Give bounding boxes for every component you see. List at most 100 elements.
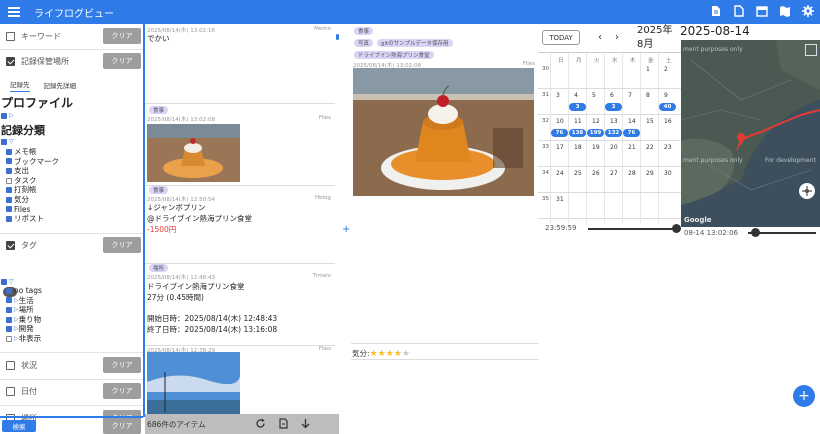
day-count-badge[interactable]: 138 [569,129,586,137]
category-item[interactable]: 支出 [6,166,59,176]
calendar-day[interactable]: 4 [574,92,578,99]
category-item[interactable]: ブックマーク [6,157,59,167]
category-item[interactable]: 打刻帳 [6,185,59,195]
calendar-day[interactable]: 9 [664,92,668,99]
day-count-badge[interactable]: 3 [569,103,586,111]
tag-checkbox[interactable] [6,335,12,342]
refresh-icon[interactable] [255,418,266,429]
tag-item[interactable]: ▷ 生活 [6,296,42,306]
calendar-day[interactable]: 20 [610,144,618,151]
locate-icon[interactable] [799,183,815,199]
star-icon[interactable]: ★ [370,349,378,359]
calendar-day[interactable]: 12 [592,118,600,125]
day-count-badge[interactable]: 76 [551,129,568,137]
calendar-day[interactable]: 2 [664,66,668,73]
add-icon[interactable]: + [342,224,350,235]
tag-checkbox[interactable] [6,240,15,250]
category-item[interactable]: 気分 [6,195,59,205]
category-checkbox[interactable] [6,206,12,213]
pudding-thumbnail[interactable] [147,124,240,182]
map-view[interactable]: ment purposes only ment purposes only Fo… [681,40,820,227]
tag-checkbox[interactable] [6,316,12,323]
star-icon[interactable]: ★ [378,349,386,359]
tag-item[interactable]: no tags [6,286,42,296]
gear-icon[interactable] [802,5,814,17]
star-icon[interactable]: ★ [386,349,394,359]
calendar-day[interactable]: 27 [610,170,618,177]
timeline-card[interactable]: 食事 2025/08/14(木) 13:02:08 Files [145,104,335,186]
mood-stars[interactable]: ★★★★★ [370,349,410,359]
next-month-button[interactable]: › [615,32,619,43]
calendar-day[interactable]: 15 [646,118,654,125]
star-icon[interactable]: ★ [402,349,410,359]
day-count-badge[interactable]: 40 [659,103,676,111]
calendar-day[interactable]: 13 [610,118,618,125]
calendar-day[interactable]: 16 [664,118,672,125]
calendar-day[interactable]: 8 [646,92,650,99]
day-count-badge[interactable]: 76 [623,129,640,137]
calendar-day[interactable]: 30 [664,170,672,177]
day-count-badge[interactable]: 3 [605,103,622,111]
status-checkbox[interactable] [6,360,15,370]
search-button[interactable]: 検索 [2,420,36,432]
export-icon[interactable] [278,418,289,429]
sky-thumbnail[interactable] [147,352,240,414]
category-toggle[interactable]: ▽ [1,137,14,147]
calendar-day[interactable]: 7 [628,92,632,99]
date-clear-button[interactable]: クリア [103,383,141,399]
category-checkbox[interactable] [6,187,12,194]
category-item[interactable]: メモ帳 [6,147,59,157]
calendar-day[interactable]: 25 [574,170,582,177]
date-checkbox[interactable] [6,386,15,396]
tag-checkbox[interactable] [6,297,12,304]
timeline-card[interactable]: 2025/08/14(木) 12:38:29 Files [145,346,335,414]
tag-item[interactable]: ▷ 乗り物 [6,315,42,325]
calendar-day[interactable]: 3 [556,92,560,99]
keyword-clear-button[interactable]: クリア [103,28,141,44]
tab-storage[interactable]: 記録先 [10,79,30,92]
map-icon[interactable] [779,5,791,17]
tag-item[interactable]: ▷ 場所 [6,305,42,315]
star-icon[interactable]: ★ [394,349,402,359]
tag-item[interactable]: ▷ 非表示 [6,334,42,344]
category-checkbox[interactable] [6,177,12,184]
category-checkbox[interactable] [6,148,12,155]
add-fab-button[interactable]: + [793,385,815,407]
tag-checkbox[interactable] [6,326,12,333]
prev-month-button[interactable]: ‹ [598,32,602,43]
calendar-day[interactable]: 11 [574,118,582,125]
category-item[interactable]: リポスト [6,214,59,224]
day-count-badge[interactable]: 199 [587,129,604,137]
category-checkbox[interactable] [6,158,12,165]
tag-item[interactable]: ▷ 開発 [6,324,42,334]
arrow-down-icon[interactable] [300,418,311,429]
calendar-day[interactable]: 1 [646,66,650,73]
time-slider-knob[interactable] [672,224,681,233]
calendar-day[interactable]: 24 [556,170,564,177]
category-checkbox[interactable] [6,215,12,222]
status-clear-button[interactable]: クリア [103,357,141,373]
storage-clear-button[interactable]: クリア [103,53,141,69]
tag-checkbox[interactable] [6,287,12,294]
calendar-day[interactable]: 5 [592,92,596,99]
calendar-day[interactable]: 31 [556,196,564,203]
calendar-day[interactable]: 6 [610,92,614,99]
fullscreen-icon[interactable] [805,44,817,56]
detail-photo[interactable] [353,68,534,196]
calendar-icon[interactable] [756,5,768,17]
calendar-day[interactable]: 18 [574,144,582,151]
today-button[interactable]: TODAY [542,30,580,45]
category-item[interactable]: タスク [6,176,59,186]
profile-toggle[interactable]: ▷ [1,111,14,121]
tag-clear-button[interactable]: クリア [103,237,141,253]
timeline-scrollbar[interactable] [336,34,339,40]
calendar-day[interactable]: 17 [556,144,564,151]
keyword-checkbox[interactable] [6,31,15,41]
file-icon[interactable] [733,5,745,17]
bottom-clear-button[interactable]: クリア [103,418,141,434]
day-count-badge[interactable]: 132 [605,129,622,137]
timeline-card[interactable]: 2025/08/14(木) 13:02:16 Memo でかい [145,24,335,104]
category-item[interactable]: Files [6,205,59,215]
category-checkbox[interactable] [6,167,12,174]
calendar-day[interactable]: 10 [556,118,564,125]
